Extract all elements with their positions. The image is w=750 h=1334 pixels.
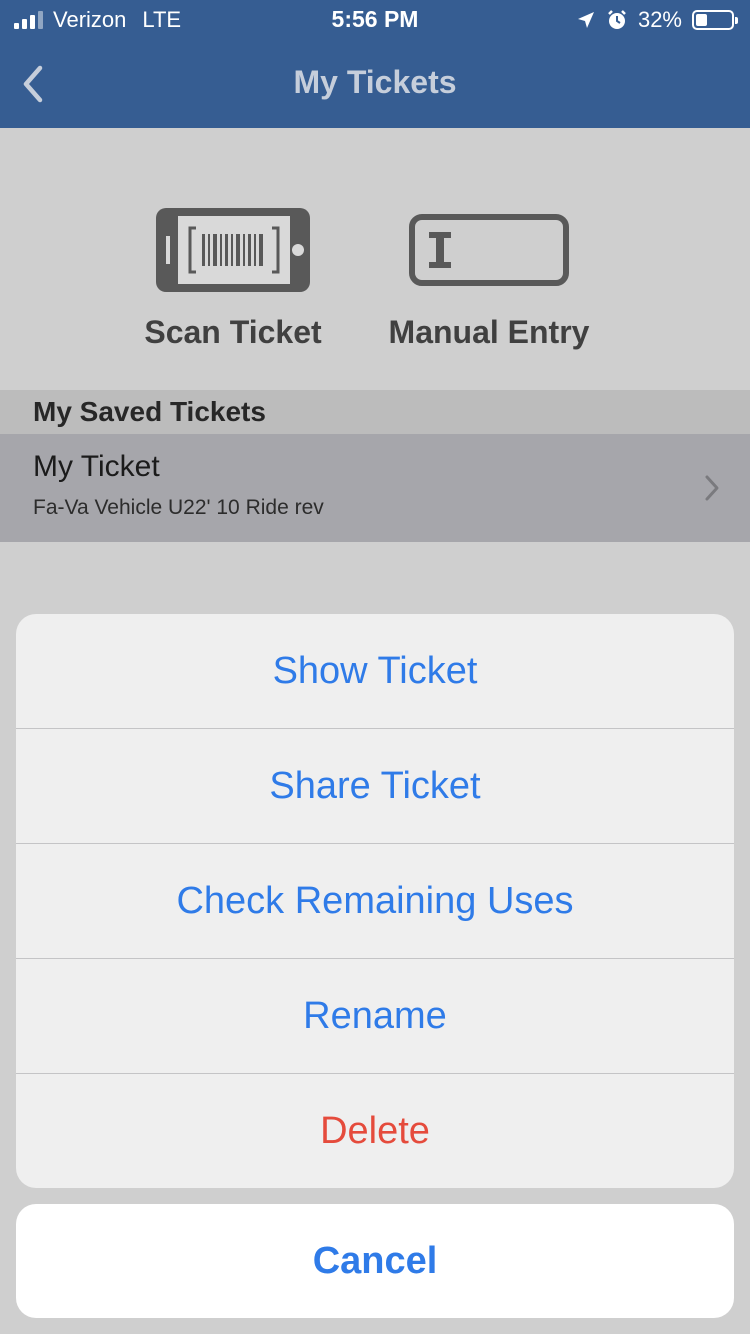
chevron-right-icon — [705, 475, 719, 501]
page-title: My Tickets — [293, 64, 457, 100]
ticket-name: My Ticket — [33, 450, 160, 483]
delete-button[interactable]: Delete — [16, 1074, 734, 1188]
navigation-bar: My Tickets — [0, 40, 750, 128]
text-field-icon — [409, 214, 569, 286]
share-ticket-button[interactable]: Share Ticket — [16, 729, 734, 844]
ticket-description: Fa-Va Vehicle U22' 10 Ride rev — [33, 496, 324, 519]
status-bar: Verizon LTE 5:56 PM 32% — [0, 0, 750, 40]
phone-barcode-icon — [156, 208, 310, 292]
rename-button[interactable]: Rename — [16, 959, 734, 1074]
battery-icon — [692, 10, 738, 30]
ticket-row[interactable]: My Ticket Fa-Va Vehicle U22' 10 Ride rev — [0, 434, 750, 542]
battery-percent: 32% — [637, 7, 682, 32]
check-remaining-uses-button[interactable]: Check Remaining Uses — [16, 844, 734, 959]
action-sheet: Show Ticket Share Ticket Check Remaining… — [16, 614, 734, 1188]
manual-entry-button[interactable]: Manual Entry — [384, 208, 594, 351]
scan-ticket-button[interactable]: Scan Ticket — [140, 208, 326, 351]
scan-ticket-label: Scan Ticket — [144, 314, 322, 350]
show-ticket-button[interactable]: Show Ticket — [16, 614, 734, 729]
alarm-icon — [608, 10, 626, 29]
battery-fill — [696, 14, 707, 26]
location-arrow-icon — [577, 12, 594, 28]
cancel-button[interactable]: Cancel — [16, 1204, 734, 1318]
status-right: 32% — [576, 6, 738, 34]
saved-tickets-header: My Saved Tickets — [0, 390, 750, 434]
manual-entry-label: Manual Entry — [388, 314, 590, 350]
